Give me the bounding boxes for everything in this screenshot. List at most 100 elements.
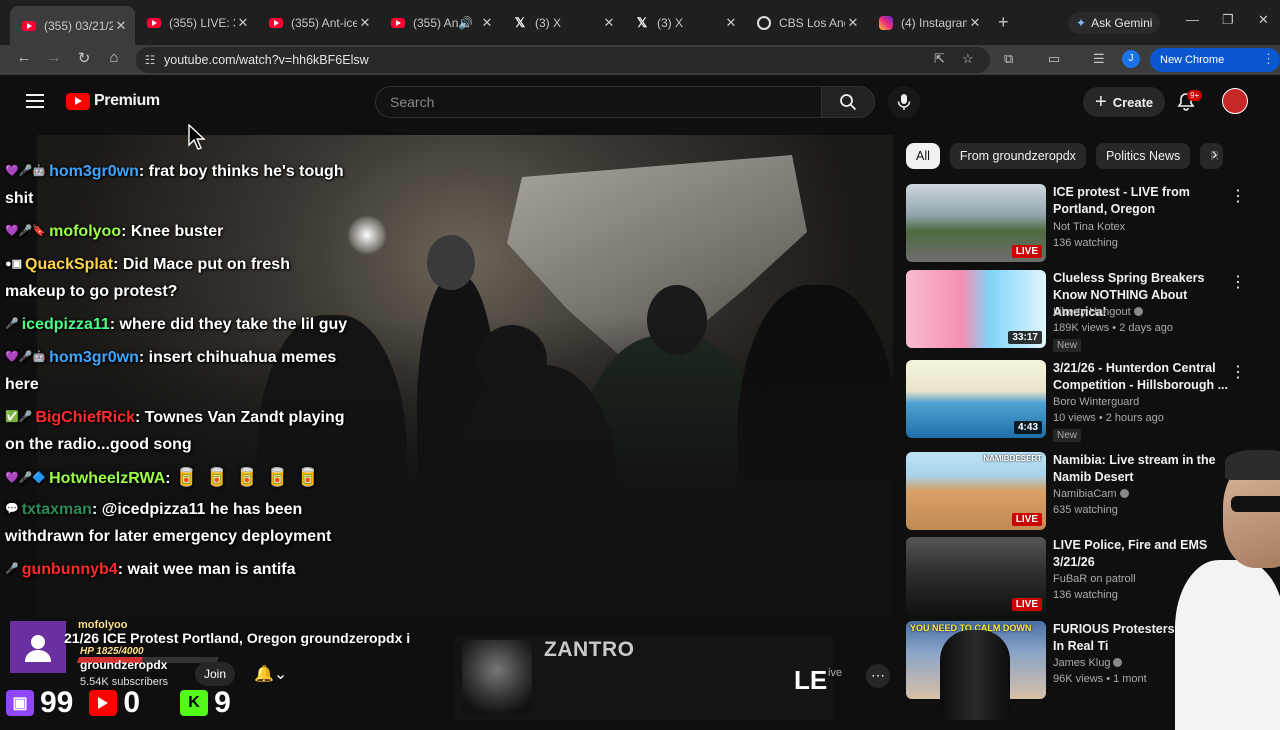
more-actions-icon[interactable]: ⋮ xyxy=(1230,186,1246,206)
video-meta: 136 watching xyxy=(1053,237,1118,249)
channel-name[interactable]: Liberty Hangout xyxy=(1053,306,1143,318)
platform-viewer-stats: ▣ 99 0 K 9 xyxy=(0,685,320,720)
chat-text: : @icedpizza11 he has been xyxy=(91,501,303,518)
chat-username: gunbunnyb4 xyxy=(21,561,118,578)
browser-tab[interactable]: (4) Instagram ✕ xyxy=(867,8,989,37)
close-tab-icon[interactable]: ✕ xyxy=(601,15,617,31)
gemini-label: Ask Gemini xyxy=(1091,16,1153,30)
close-tab-icon[interactable]: ✕ xyxy=(479,15,495,31)
logo-text: Premium xyxy=(94,92,160,109)
channel-name[interactable]: James Klug xyxy=(1053,657,1123,669)
new-chrome-available-button[interactable]: New Chrome available xyxy=(1150,48,1280,90)
close-window-icon[interactable]: ✕ xyxy=(1258,12,1269,28)
back-icon[interactable]: ← xyxy=(13,49,35,66)
tab-title: CBS Los Ange xyxy=(779,15,845,30)
chrome-menu-icon[interactable]: ⋮ xyxy=(1262,51,1275,67)
media-controls-icon[interactable]: ☰ xyxy=(1093,51,1105,67)
video-title[interactable]: ICE protest - LIVE from Portland, Oregon xyxy=(1053,184,1233,218)
restore-icon[interactable]: ❐ xyxy=(1222,12,1234,28)
create-label: Create xyxy=(1112,94,1154,110)
browser-tab[interactable]: CBS Los Ange ✕ xyxy=(745,8,867,37)
chip-politics-news[interactable]: Politics News xyxy=(1095,143,1191,169)
video-thumbnail[interactable]: LIVE xyxy=(906,184,1046,262)
site-info-icon[interactable]: ☷ xyxy=(136,53,164,67)
menu-icon[interactable] xyxy=(26,94,44,108)
home-icon[interactable]: ⌂ xyxy=(103,49,125,66)
recommendation-item[interactable]: 33:17 Clueless Spring Breakers Know NOTH… xyxy=(906,270,1266,352)
browser-tab[interactable]: 𝕏 (3) X ✕ xyxy=(501,8,623,37)
close-tab-icon[interactable]: ✕ xyxy=(967,15,983,31)
browser-tab[interactable]: 𝕏 (3) X ✕ xyxy=(623,8,745,37)
join-button[interactable]: Join xyxy=(195,662,235,686)
new-badge: New xyxy=(1053,429,1082,442)
video-thumbnail[interactable]: NAMIBDESERT LIVE xyxy=(906,452,1046,530)
chat-message: 🎤 gunbunnyb4: wait wee man is antifa xyxy=(5,556,296,583)
chat-username: QuackSplat xyxy=(25,256,114,273)
extensions-icon[interactable]: ⧉ xyxy=(1004,51,1013,67)
more-options-icon[interactable]: ⋯ xyxy=(866,664,890,688)
browser-toolbar: ← → ↻ ⌂ ☷ youtube.com/watch?v=hh6kBF6Els… xyxy=(0,45,1280,90)
channel-name[interactable]: NamibiaCam xyxy=(1053,488,1129,500)
recommendation-item[interactable]: 4:43 3/21/26 - Hunterdon Central Competi… xyxy=(906,360,1266,442)
speaker-icon[interactable]: 🔊 xyxy=(458,16,473,30)
minimize-icon[interactable]: — xyxy=(1186,12,1199,27)
close-tab-icon[interactable]: ✕ xyxy=(357,15,373,31)
video-title[interactable]: 3/21/26 - Hunterdon Central Competition … xyxy=(1053,360,1233,394)
channel-name[interactable]: groundzeropdx xyxy=(80,658,167,672)
tab-title: (355) Ant-ice xyxy=(291,15,357,30)
youtube-header: Premium + Create xyxy=(0,75,1280,130)
tab-title: (355) LIVE: 3/2 xyxy=(169,15,235,30)
new-tab-button[interactable]: + xyxy=(998,12,1009,33)
live-badge: LIVE xyxy=(1011,598,1042,611)
thumbnail-caption: NAMIBDESERT xyxy=(983,454,1042,463)
chat-text: : Knee buster xyxy=(121,223,224,240)
search-button[interactable] xyxy=(821,86,875,118)
reload-icon[interactable]: ↻ xyxy=(73,49,95,67)
new-badge: New xyxy=(1053,339,1082,352)
chat-text-continued: withdrawn for later emergency deployment xyxy=(5,528,332,545)
close-tab-icon[interactable]: ✕ xyxy=(845,15,861,31)
close-tab-icon[interactable]: ✕ xyxy=(723,15,739,31)
chat-badge-icon: ✅🎤 xyxy=(5,411,33,423)
notification-count-badge: 9+ xyxy=(1187,90,1203,101)
more-actions-icon[interactable]: ⋮ xyxy=(1230,362,1246,382)
address-bar[interactable]: ☷ youtube.com/watch?v=hh6kBF6Elsw xyxy=(136,47,990,73)
chat-text: : xyxy=(165,470,176,487)
chat-username: BigChiefRick xyxy=(35,409,135,426)
subscribe-bell-icon[interactable]: 🔔⌄ xyxy=(254,664,287,684)
install-app-icon[interactable]: ⇱ xyxy=(934,51,945,67)
recommendation-item[interactable]: LIVE ICE protest - LIVE from Portland, O… xyxy=(906,184,1266,264)
twitch-count: 99 xyxy=(40,685,74,719)
browser-tab-strip: (355) 03/21/2 ✕ (355) LIVE: 3/2 ✕ (355) … xyxy=(0,0,1280,45)
soda-can-emotes-icon: 🥫🥫🥫🥫🥫 xyxy=(175,467,328,487)
video-thumbnail[interactable]: LIVE xyxy=(906,537,1046,615)
chip-from-channel[interactable]: From groundzeropdx xyxy=(949,143,1086,169)
bookmark-star-icon[interactable]: ☆ xyxy=(962,51,974,67)
browser-tab[interactable]: (355) LIVE: 3/2 ✕ xyxy=(135,8,257,37)
search-input[interactable] xyxy=(376,87,821,117)
chat-badge-icon: 💜🎤🔷 xyxy=(5,472,47,484)
browser-tab[interactable]: (355) 03/21/2 ✕ xyxy=(10,6,135,45)
voice-search-button[interactable] xyxy=(888,86,920,118)
close-tab-icon[interactable]: ✕ xyxy=(113,18,129,34)
plus-icon: + xyxy=(1095,91,1107,113)
video-thumbnail[interactable]: 4:43 xyxy=(906,360,1046,438)
ask-gemini-button[interactable]: ✦ Ask Gemini xyxy=(1068,12,1161,34)
close-tab-icon[interactable]: ✕ xyxy=(235,15,251,31)
forward-icon[interactable]: → xyxy=(43,49,65,66)
channel-name[interactable]: FuBaR on patroll xyxy=(1053,573,1136,585)
youtube-favicon-icon xyxy=(391,16,405,30)
account-avatar[interactable] xyxy=(1222,88,1248,114)
chevron-right-icon[interactable]: › xyxy=(1212,146,1217,164)
channel-name[interactable]: Boro Winterguard xyxy=(1053,396,1139,408)
more-actions-icon[interactable]: ⋮ xyxy=(1230,272,1246,292)
browser-tab[interactable]: (355) Ant-ice ✕ xyxy=(257,8,379,37)
create-button[interactable]: + Create xyxy=(1083,87,1166,117)
browser-tab[interactable]: (355) Anti 🔊 ✕ xyxy=(379,8,501,37)
reading-mode-icon[interactable]: ▭ xyxy=(1048,51,1060,67)
profile-avatar[interactable]: J xyxy=(1122,50,1140,68)
video-thumbnail[interactable]: 33:17 xyxy=(906,270,1046,348)
chip-all[interactable]: All xyxy=(906,143,940,169)
channel-name[interactable]: Not Tina Kotex xyxy=(1053,221,1125,233)
youtube-premium-logo[interactable]: Premium xyxy=(66,92,160,110)
